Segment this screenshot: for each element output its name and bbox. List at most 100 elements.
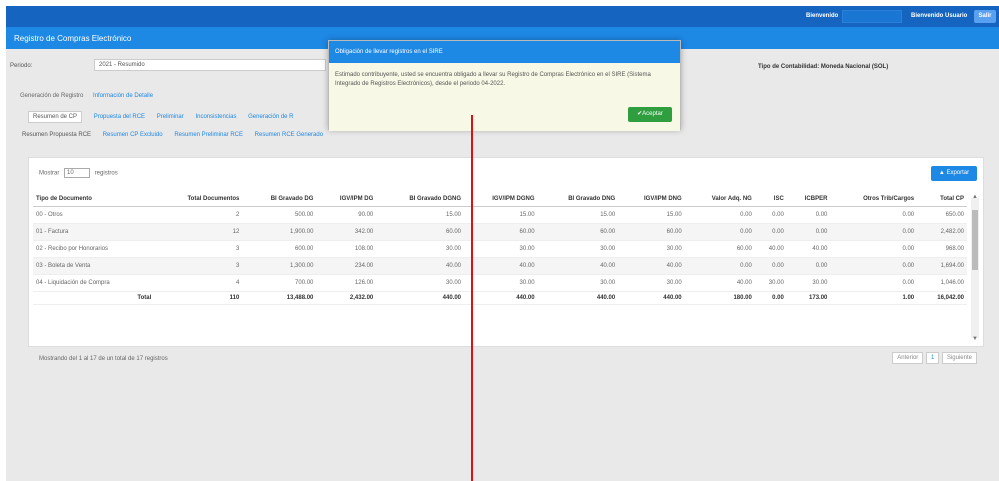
table-cell: 30.00 [537, 274, 619, 292]
scroll-up-icon[interactable]: ▲ [972, 194, 978, 200]
tab-inconsistencias[interactable]: Inconsistencias [195, 114, 236, 120]
tipo-contabilidad: Tipo de Contabilidad: Moneda Nacional (S… [758, 64, 889, 70]
total-cell: 440.00 [464, 291, 538, 305]
total-cell: 13,488.00 [242, 291, 317, 305]
modal-title: Obligación de llevar registros en el SIR… [329, 41, 680, 63]
page-size-control: Mostrar 10 registros [39, 168, 118, 178]
table-cell: 0.00 [754, 257, 787, 275]
table-cell: 15.00 [464, 206, 538, 224]
tab-resumen-propuesta[interactable]: Resumen Propuesta RCE [22, 132, 91, 138]
pager-page-1[interactable]: 1 [925, 352, 940, 364]
table-row: 00 - Otros 2 500.00 90.00 15.00 15.00 15.00 15.… [33, 206, 967, 224]
table-cell: 0.00 [830, 223, 918, 241]
col-valor-adq[interactable]: Valor Adq. NG [684, 192, 755, 207]
table-cell: 0.00 [754, 223, 787, 241]
table-cell: 60.00 [376, 223, 465, 241]
table-cell: 40.00 [754, 240, 787, 258]
table-cell: 15.00 [618, 206, 685, 224]
total-cell: 0.00 [754, 291, 787, 305]
table-cell: 40.00 [618, 257, 685, 275]
table-cell: 0.00 [830, 257, 918, 275]
table-cell: 2 [154, 206, 243, 224]
top-bar: Bienvenido Bienvenido Usuario Salir [6, 6, 999, 27]
table-cell: 30.00 [618, 240, 685, 258]
tab-generacion[interactable]: Generación de R [248, 114, 293, 120]
tab-preliminar[interactable]: Preliminar [157, 114, 184, 120]
table-cell: 0.00 [786, 223, 831, 241]
data-panel: Mostrar 10 registros ▲ Exportar Tipo de … [28, 157, 984, 364]
page-title: Registro de Compras Electrónico [14, 34, 132, 43]
total-cell: 440.00 [618, 291, 685, 305]
table-cell: 60.00 [684, 240, 755, 258]
col-total-cp[interactable]: Total CP [917, 192, 967, 207]
table-cell: 1,046.00 [917, 274, 967, 292]
total-cell: 110 [154, 291, 243, 305]
export-label: Exportar [946, 170, 970, 176]
exit-button[interactable]: Salir [974, 10, 996, 23]
total-cell: 440.00 [537, 291, 619, 305]
table-cell: 108.00 [316, 240, 377, 258]
tab-resumen-cp[interactable]: Resumen de CP [28, 111, 83, 123]
export-button[interactable]: ▲ Exportar [931, 166, 977, 181]
col-igv-dg[interactable]: IGV/IPM DG [316, 192, 377, 207]
total-cell: 16,042.00 [917, 291, 967, 305]
col-igv-dgng[interactable]: IGV/IPM DGNG [464, 192, 538, 207]
table-cell: 0.00 [684, 206, 755, 224]
show-label: Mostrar [39, 170, 60, 177]
table-cell: 04 - Liquidación de Compra [33, 274, 155, 292]
total-cell: 440.00 [376, 291, 465, 305]
table-cell: 40.00 [537, 257, 619, 275]
table-cell: 2,482.00 [917, 223, 967, 241]
col-bi-dg[interactable]: BI Gravado DG [242, 192, 317, 207]
page-size-select[interactable]: 10 [64, 168, 91, 178]
col-bi-dgng[interactable]: BI Gravado DGNG [376, 192, 465, 207]
tab-resumen-excluido[interactable]: Resumen CP Excluido [103, 132, 163, 138]
total-cell: 173.00 [786, 291, 831, 305]
table-cell: 3 [154, 240, 243, 258]
table-cell: 40.00 [376, 257, 465, 275]
user-select[interactable] [842, 10, 902, 23]
table-cell: 0.00 [684, 223, 755, 241]
records-info: Mostrando del 1 al 17 de un total de 17 … [39, 356, 168, 362]
table-cell: 30.00 [786, 274, 831, 292]
subtabs: Generación de Registro Información de De… [20, 93, 161, 99]
pager-next[interactable]: Siguiente [941, 352, 977, 364]
table-row: 04 - Liquidación de Compra 4 700.00 126.00 3… [33, 274, 967, 292]
red-vertical-line [471, 115, 473, 481]
records-label: registros [94, 170, 118, 177]
pager-prev[interactable]: Anterior [892, 352, 924, 364]
tab-propuesta-rce[interactable]: Propuesta del RCE [94, 114, 145, 120]
col-isc[interactable]: ISC [754, 192, 787, 207]
table-cell: 40.00 [684, 274, 755, 292]
periodo-select[interactable]: 2021 - Resumido [94, 59, 326, 71]
table-cell: 60.00 [618, 223, 685, 241]
subtab-detalle[interactable]: Información de Detalle [93, 93, 153, 99]
col-tipo-documento[interactable]: Tipo de Documento [33, 192, 155, 207]
col-igv-dng[interactable]: IGV/IPM DNG [618, 192, 685, 207]
table-cell: 30.00 [464, 274, 538, 292]
table-row: 01 - Factura 12 1,900.00 342.00 60.00 60.00 60… [33, 223, 967, 241]
table-cell: 4 [154, 274, 243, 292]
scrollbar-thumb[interactable] [972, 210, 978, 270]
total-label: Total [33, 291, 155, 305]
subtab-generacion[interactable]: Generación de Registro [20, 93, 83, 99]
col-icbper[interactable]: ICBPER [786, 192, 831, 207]
user-name: Bienvenido Usuario [911, 13, 968, 19]
tab-resumen-generado[interactable]: Resumen RCE Generado [255, 132, 323, 138]
table-cell: 60.00 [537, 223, 619, 241]
scroll-down-icon[interactable]: ▼ [972, 336, 978, 342]
col-bi-dng[interactable]: BI Gravado DNG [537, 192, 619, 207]
table-row: 03 - Boleta de Venta 3 1,300.00 234.00 40.00… [33, 257, 967, 275]
table-total-row: Total 110 13,488.00 2,432.00 440.00 440.00 440… [33, 291, 967, 305]
table-cell: 1,900.00 [242, 223, 317, 241]
col-otros[interactable]: Otros Trib/Cargos [830, 192, 918, 207]
accept-button[interactable]: ✔Aceptar [628, 107, 672, 122]
table-cell: 0.00 [684, 257, 755, 275]
col-total-documentos[interactable]: Total Documentos [154, 192, 243, 207]
tab-resumen-preliminar[interactable]: Resumen Preliminar RCE [174, 132, 243, 138]
table-cell: 40.00 [786, 240, 831, 258]
pagination: Anterior 1 Siguiente [891, 352, 977, 364]
welcome-label: Bienvenido [806, 13, 839, 19]
table-cell: 30.00 [376, 240, 465, 258]
table-cell: 342.00 [316, 223, 377, 241]
